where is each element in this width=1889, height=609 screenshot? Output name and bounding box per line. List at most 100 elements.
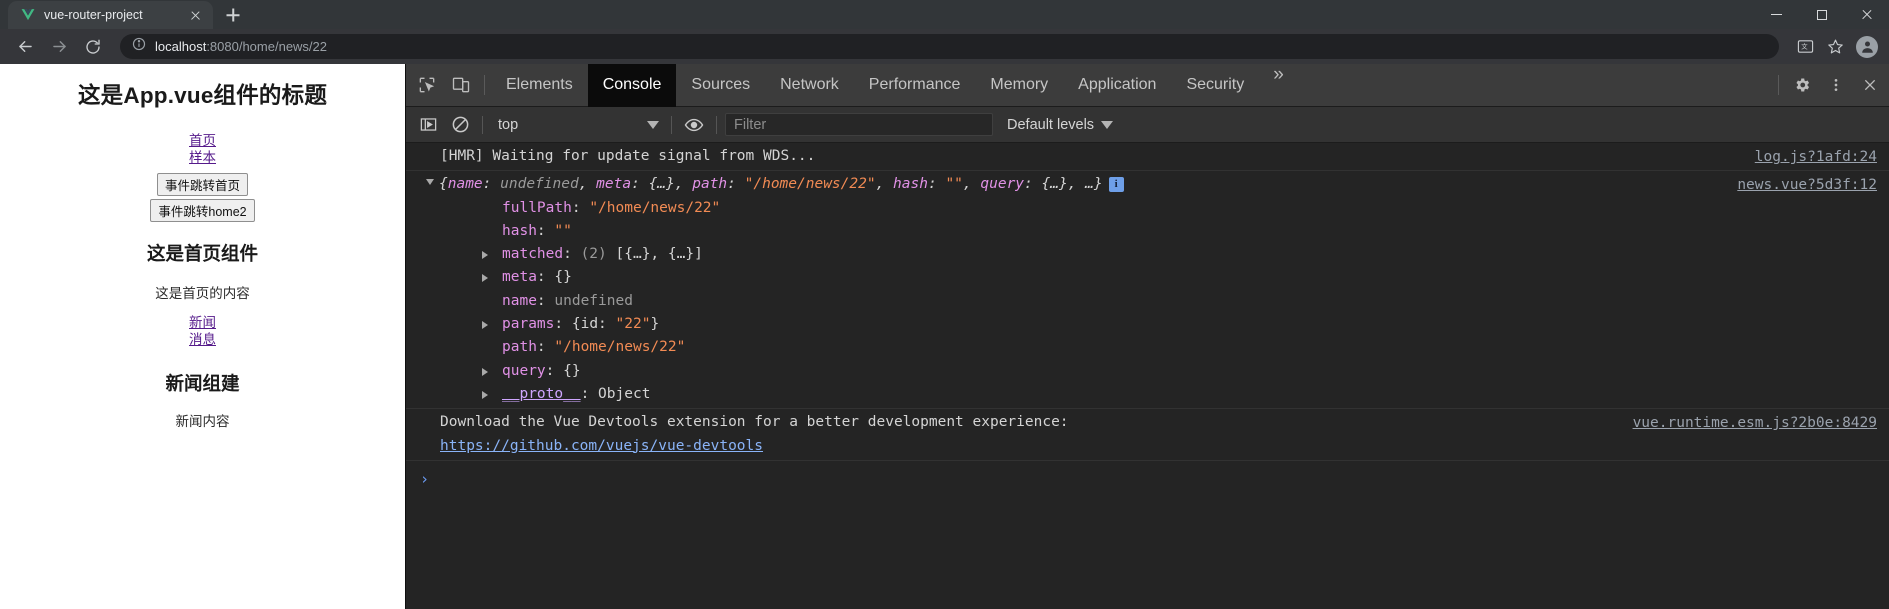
- address-bar[interactable]: localhost:8080/home/news/22: [120, 34, 1779, 59]
- inspect-element-icon[interactable]: [410, 68, 444, 102]
- tab-sources[interactable]: Sources: [676, 64, 765, 107]
- viewport-row: 这是App.vue组件的标题 首页 样本 事件跳转首页 事件跳转home2 这是…: [0, 63, 1889, 609]
- router-link-sample[interactable]: 样本: [0, 149, 405, 166]
- console-message-hmr[interactable]: [HMR] Waiting for update signal from WDS…: [406, 143, 1889, 172]
- more-tabs-icon[interactable]: »: [1259, 64, 1298, 107]
- devtools-panel: Elements Console Sources Network Perform…: [405, 63, 1889, 609]
- preview-key-name: name: [447, 176, 483, 193]
- forward-arrow-icon[interactable]: [44, 32, 74, 62]
- hmr-message-text: [HMR] Waiting for update signal from WDS…: [440, 148, 816, 164]
- browser-tab[interactable]: vue-router-project: [8, 1, 213, 29]
- url-path: :8080/home/news/22: [206, 39, 328, 54]
- console-filter-input[interactable]: Filter: [725, 113, 993, 136]
- preview-val-hash: "": [945, 176, 963, 193]
- console-sidebar-icon[interactable]: [412, 109, 444, 141]
- tab-close-icon[interactable]: [187, 7, 204, 24]
- browser-window: vue-router-project localhost:8080/home/n…: [0, 0, 1889, 609]
- close-devtools-icon[interactable]: [1853, 68, 1887, 102]
- log-levels-label: Default levels: [1007, 116, 1095, 133]
- reload-icon[interactable]: [78, 32, 108, 62]
- tab-performance[interactable]: Performance: [854, 64, 976, 107]
- window-close-button[interactable]: [1844, 0, 1889, 29]
- tab-memory[interactable]: Memory: [975, 64, 1063, 107]
- property-count: (2): [580, 246, 607, 263]
- source-link-route[interactable]: news.vue?5d3f:12: [1737, 174, 1877, 197]
- expand-arrow-icon[interactable]: [482, 251, 488, 260]
- device-toolbar-icon[interactable]: [444, 68, 478, 102]
- tab-application[interactable]: Application: [1063, 64, 1171, 107]
- browser-toolbar: localhost:8080/home/news/22 文: [0, 29, 1889, 64]
- filter-divider-1: [482, 115, 483, 134]
- expand-arrow-icon[interactable]: [482, 367, 488, 376]
- goto-home-button[interactable]: 事件跳转首页: [156, 173, 248, 196]
- console-prompt[interactable]: ›: [406, 461, 1889, 488]
- back-arrow-icon[interactable]: [10, 32, 40, 62]
- gear-icon[interactable]: [1785, 68, 1819, 102]
- caret-down-icon: [647, 120, 659, 129]
- console-filter-bar: top Filter Default levels: [406, 107, 1889, 143]
- property-key: __proto__: [502, 385, 581, 402]
- app-nav-links: 首页 样本: [0, 132, 405, 166]
- tab-security[interactable]: Security: [1171, 64, 1259, 107]
- web-page-content: 这是App.vue组件的标题 首页 样本 事件跳转首页 事件跳转home2 这是…: [0, 64, 405, 609]
- property-value: Object: [598, 385, 651, 402]
- tab-network[interactable]: Network: [765, 64, 854, 107]
- sep: :: [631, 176, 649, 193]
- home-sub-links: 新闻 消息: [0, 314, 405, 348]
- avatar-icon[interactable]: [1851, 33, 1879, 61]
- preview-val-meta: {…}: [648, 176, 675, 193]
- translate-icon[interactable]: 文: [1791, 33, 1819, 61]
- console-output[interactable]: [HMR] Waiting for update signal from WDS…: [406, 143, 1889, 609]
- expand-arrow-icon[interactable]: [482, 274, 488, 283]
- execution-context-select[interactable]: top: [489, 113, 665, 136]
- object-property-matched[interactable]: matched: (2) [{…}, {…}]: [440, 243, 1889, 266]
- log-levels-select[interactable]: Default levels: [1007, 116, 1114, 133]
- object-property-name: name: undefined: [502, 292, 633, 309]
- news-title: 新闻组建: [165, 373, 240, 394]
- window-controls: [1754, 0, 1889, 29]
- kebab-menu-icon[interactable]: [1819, 68, 1853, 102]
- home-title: 这是首页组件: [146, 243, 258, 264]
- star-icon[interactable]: [1821, 33, 1849, 61]
- info-badge-icon[interactable]: i: [1108, 176, 1124, 192]
- preview-key-meta: meta: [596, 176, 632, 193]
- maximize-button[interactable]: [1799, 0, 1844, 29]
- expand-arrow-down-icon[interactable]: [426, 178, 434, 189]
- news-content-text: 新闻内容: [175, 414, 230, 429]
- object-property-hash: hash: "": [502, 222, 572, 239]
- expand-arrow-icon[interactable]: [482, 321, 488, 330]
- goto-home2-button[interactable]: 事件跳转home2: [150, 199, 255, 222]
- sep: :: [927, 176, 946, 193]
- devtools-tabs: Elements Console Sources Network Perform…: [491, 63, 1772, 107]
- tab-elements[interactable]: Elements: [491, 64, 588, 107]
- tab-strip: vue-router-project: [0, 0, 1889, 29]
- source-link-hmr[interactable]: log.js?1afd:24: [1755, 146, 1877, 169]
- clear-console-icon[interactable]: [444, 109, 476, 141]
- info-circle-icon[interactable]: [132, 37, 146, 56]
- console-message-vue-devtools[interactable]: Download the Vue Devtools extension for …: [406, 409, 1889, 461]
- sep: ,: [962, 176, 981, 193]
- live-expression-icon[interactable]: [678, 109, 710, 141]
- object-preview-row[interactable]: {name: undefined, meta: {…}, path: "/hom…: [426, 173, 1889, 196]
- console-message-route-object[interactable]: news.vue?5d3f:12 {name: undefined, meta:…: [406, 171, 1889, 410]
- tab-console[interactable]: Console: [587, 63, 677, 107]
- minimize-button[interactable]: [1754, 0, 1799, 29]
- property-value-post: }: [650, 316, 660, 333]
- sep: ,: [674, 176, 693, 193]
- object-property-query[interactable]: query: {}: [440, 360, 1889, 383]
- object-property-params[interactable]: params: {id: "22"}: [440, 313, 1889, 336]
- preview-close-brace: }: [1093, 176, 1103, 193]
- object-property-meta[interactable]: meta: {}: [440, 266, 1889, 289]
- sep: :: [1024, 176, 1042, 193]
- router-link-news[interactable]: 新闻: [0, 314, 405, 331]
- property-key: params: [502, 316, 555, 333]
- toolbar-divider: [484, 75, 485, 95]
- expand-arrow-icon[interactable]: [482, 390, 488, 399]
- new-tab-button[interactable]: [219, 1, 247, 29]
- vue-devtools-link[interactable]: https://github.com/vuejs/vue-devtools: [440, 438, 763, 454]
- router-link-message[interactable]: 消息: [0, 331, 405, 348]
- object-property-proto[interactable]: __proto__: Object: [440, 383, 1889, 406]
- router-link-home[interactable]: 首页: [0, 132, 405, 149]
- source-link-vue-runtime[interactable]: vue.runtime.esm.js?2b0e:8429: [1633, 412, 1877, 435]
- preview-ellipsis: …: [1085, 176, 1094, 193]
